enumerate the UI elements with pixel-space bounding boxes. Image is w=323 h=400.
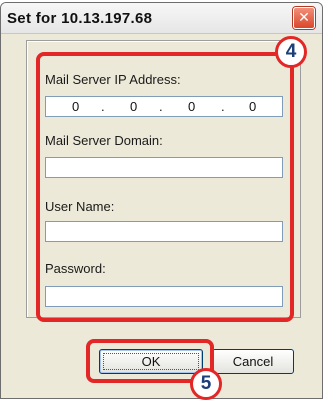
dialog-title: Set for 10.13.197.68 [7, 10, 153, 27]
step-5-callout: 5 [190, 368, 222, 400]
title-bar[interactable]: Set for 10.13.197.68 ✕ [1, 3, 322, 34]
close-icon: ✕ [298, 10, 310, 26]
cancel-button-label: Cancel [232, 354, 274, 369]
highlight-box-fields [36, 52, 294, 322]
cancel-button[interactable]: Cancel [212, 349, 294, 374]
step-4-callout: 4 [275, 36, 307, 68]
close-button[interactable]: ✕ [293, 7, 315, 29]
